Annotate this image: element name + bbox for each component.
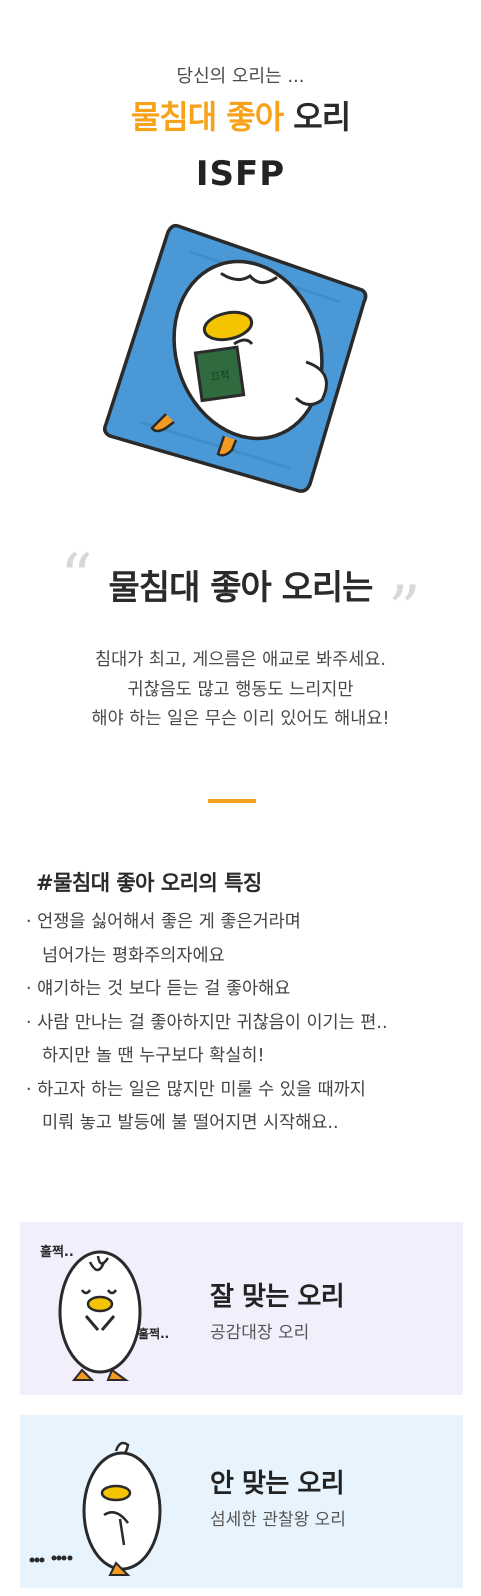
- result-title-rest: 오리: [283, 98, 351, 136]
- crying-duck-illustration: 훌쩍.. 훌쩍..: [40, 1244, 169, 1381]
- sfx-side-text: 훌쩍..: [138, 1326, 169, 1341]
- feature-item-continued: 하지만 놀 땐 누구보다 확실히!: [42, 1046, 265, 1066]
- mbti-type: ISFP: [195, 154, 286, 194]
- duck-beak: [100, 1484, 132, 1502]
- duck-body: [82, 1451, 162, 1571]
- result-title-highlight: 물침대 좋아: [130, 98, 284, 136]
- feature-item: · 얘기하는 것 보다 듣는 걸 좋아해요: [26, 979, 291, 999]
- feature-item-continued: 미뤄 놓고 발등에 불 떨어지면 시작해요..: [42, 1113, 339, 1133]
- feature-item: · 하고자 하는 일은 많지만 미룰 수 있을 때까지: [26, 1079, 366, 1100]
- features-list: · 언쟁을 싫어해서 좋은 게 좋은거라며 넘어가는 평화주의자에요 · 얘기하…: [26, 906, 471, 1141]
- features-title: #물침대 좋아 오리의 특징: [36, 871, 262, 895]
- feature-item-continued: 넘어가는 평화주의자에요: [42, 945, 225, 966]
- duck-beak: [86, 1295, 114, 1313]
- ants-icon: [29, 1555, 73, 1563]
- bad-match-name: 섬세한 관찰왕 오리: [210, 1510, 346, 1530]
- section-divider: [208, 799, 256, 803]
- result-subtitle: 당신의 오리는 ...: [176, 66, 305, 87]
- good-match-card[interactable]: 훌쩍.. 훌쩍.. 잘 맞는 오리 공감대장 오리: [20, 1222, 463, 1395]
- good-match-heading: 잘 맞는 오리: [210, 1282, 345, 1312]
- feature-item: · 언쟁을 싫어해서 좋은 게 좋은거라며: [26, 912, 301, 932]
- duck-on-waterbed-illustration: 끄적: [102, 223, 368, 493]
- feature-item: · 사람 만나는 걸 좋아하지만 귀찮음이 이기는 편..: [26, 1012, 388, 1033]
- result-title: 물침대 좋아 오리: [0, 92, 481, 138]
- quote-close-mark: ”: [388, 573, 421, 647]
- observing-duck-illustration: [29, 1441, 162, 1576]
- bad-match-card[interactable]: 안 맞는 오리 섬세한 관찰왕 오리: [20, 1415, 463, 1588]
- description-line: 해야 하는 일은 무슨 이리 있어도 해내요!: [91, 709, 390, 729]
- book-icon: 끄적: [193, 345, 246, 403]
- description-line: 귀찮음도 많고 행동도 느리지만: [127, 679, 354, 700]
- description: 침대가 최고, 게으름은 애교로 봐주세요. 귀찮음도 많고 행동도 느리지만 …: [0, 646, 481, 735]
- bad-match-heading: 안 맞는 오리: [210, 1469, 345, 1499]
- sfx-top-text: 훌쩍..: [40, 1244, 74, 1260]
- good-match-name: 공감대장 오리: [210, 1323, 310, 1343]
- description-line: 침대가 최고, 게으름은 애교로 봐주세요.: [95, 650, 386, 670]
